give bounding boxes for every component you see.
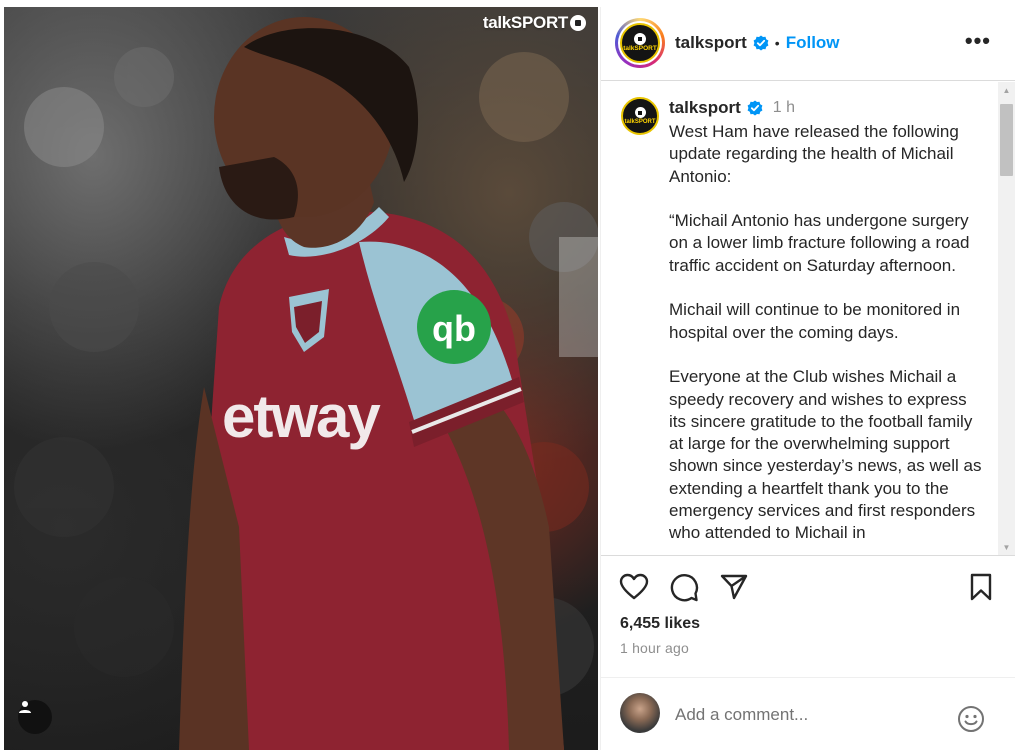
football-icon [634, 107, 646, 118]
bookmark-icon[interactable] [969, 573, 993, 601]
avatar-frame: talkSPORT [618, 21, 662, 65]
current-user-avatar [620, 693, 660, 733]
scroll-thumb[interactable] [1000, 104, 1013, 176]
header-username[interactable]: talksport [675, 33, 747, 53]
post-photo[interactable]: qb etway talkSPORT [4, 7, 598, 750]
watermark-text: talkSPORT [482, 13, 568, 32]
brand-watermark: talkSPORT [483, 13, 586, 33]
post-side-panel: talkSPORT talksport • Follow ••• talkSPO… [600, 7, 1015, 750]
shirt-sponsor-text: etway [222, 383, 381, 450]
comment-icon[interactable] [669, 573, 699, 603]
more-options-button[interactable]: ••• [965, 30, 991, 52]
caption-timestamp[interactable]: 1 h [773, 99, 795, 117]
caption-avatar[interactable]: talkSPORT [621, 97, 659, 135]
post-header: talkSPORT talksport • Follow ••• [601, 7, 1015, 81]
story-ring-avatar[interactable]: talkSPORT [615, 18, 665, 68]
caption-text: West Ham have released the following upd… [669, 122, 982, 543]
likes-count[interactable]: 6,455 likes [620, 615, 700, 633]
caption-meta: talksport 1 h [669, 98, 795, 118]
emoji-icon[interactable] [957, 705, 985, 733]
football-icon [570, 15, 586, 31]
share-send-icon[interactable] [719, 573, 749, 601]
svg-text:qb: qb [432, 308, 476, 349]
caption-username[interactable]: talksport [669, 98, 741, 118]
tagged-users-button[interactable] [18, 700, 52, 734]
comment-input[interactable] [675, 704, 935, 726]
scroll-up-arrow-icon[interactable]: ▲ [998, 82, 1015, 99]
logo-text: talkSPORT [624, 119, 656, 125]
post-actions-bar [601, 569, 1015, 609]
football-icon [634, 33, 646, 46]
separator-dot: • [774, 35, 780, 51]
comments-scrollbar[interactable]: ▲ ▼ [998, 82, 1015, 555]
verified-badge-icon [747, 100, 763, 116]
person-icon [19, 701, 31, 713]
heart-icon[interactable] [619, 573, 649, 601]
add-comment-bar [601, 677, 1015, 750]
header-user-row: talksport • Follow [675, 33, 840, 53]
scroll-down-arrow-icon[interactable]: ▼ [998, 539, 1015, 555]
verified-badge-icon [753, 35, 769, 51]
logo-text: talkSPORT [623, 45, 657, 53]
talksport-logo: talkSPORT [620, 23, 660, 63]
post-time-ago[interactable]: 1 hour ago [620, 640, 689, 656]
player-illustration: qb etway [14, 17, 598, 750]
comments-area[interactable]: talkSPORT talksport 1 h West Ham have re… [601, 82, 1015, 556]
follow-button[interactable]: Follow [786, 33, 840, 53]
